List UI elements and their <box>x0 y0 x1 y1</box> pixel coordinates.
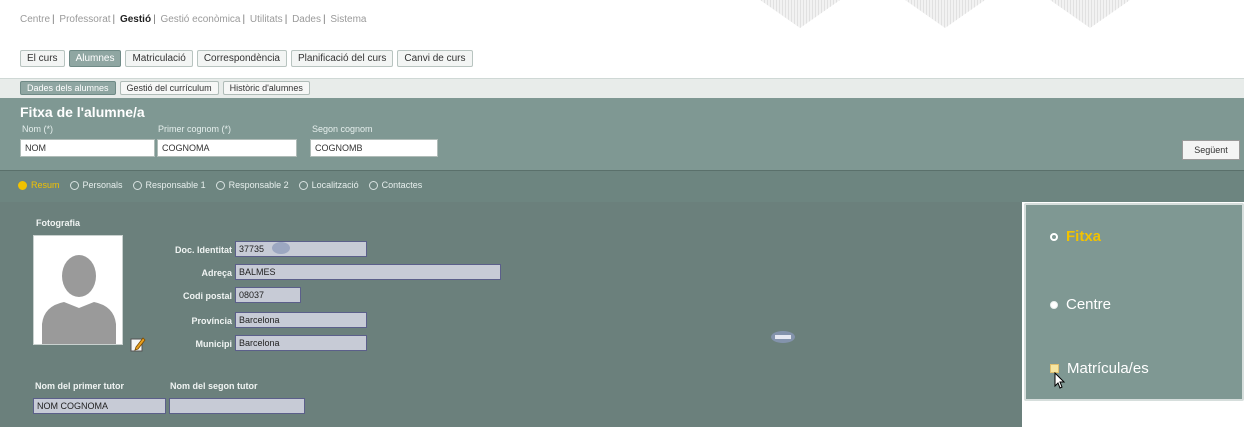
topnav-separator: | <box>242 14 246 25</box>
cognom2-field[interactable]: COGNOMB <box>310 139 438 157</box>
radio-dot-icon <box>215 180 225 190</box>
cognom1-label: Primer cognom (*) <box>158 124 232 134</box>
tab-canvi-de-curs[interactable]: Canvi de curs <box>397 50 473 67</box>
cognom1-field[interactable]: COGNOMA <box>157 139 297 157</box>
side-nav-label: Matrícula/es <box>1067 360 1149 377</box>
provincia-field[interactable]: Barcelona <box>235 312 367 328</box>
radio-responsable-2[interactable]: Responsable 2 <box>215 180 289 190</box>
topnav-gestio[interactable]: Gestió <box>120 14 151 25</box>
radio-label: Personals <box>82 180 123 190</box>
radio-resum[interactable]: Resum <box>18 180 60 190</box>
sub-tabs: Dades dels alumnes Gestió del currículum… <box>20 81 310 95</box>
provincia-label: Província <box>191 316 232 326</box>
section-radio-group: Resum Personals Responsable 1 Responsabl… <box>18 180 422 190</box>
main-tabs: El curs Alumnes Matriculació Correspondè… <box>20 50 473 67</box>
radio-dot-icon <box>368 180 378 190</box>
tab-alumnes[interactable]: Alumnes <box>68 50 122 67</box>
topnav-utilitats[interactable]: Utilitats <box>250 14 283 25</box>
bullet-icon <box>1050 300 1058 309</box>
photo-label: Fotografia <box>36 218 80 228</box>
topnav-separator: | <box>322 14 326 25</box>
radio-responsable-1[interactable]: Responsable 1 <box>132 180 206 190</box>
subtab-gestio-curriculum[interactable]: Gestió del currículum <box>119 81 219 95</box>
side-nav-label: Centre <box>1066 296 1112 313</box>
topnav-separator: | <box>112 14 116 25</box>
top-navigation: Centre | Professorat | Gestió | Gestió econ… <box>20 14 367 25</box>
radio-label: Resum <box>31 180 60 190</box>
decorative-triangles <box>760 0 1130 28</box>
municipi-field[interactable]: Barcelona <box>235 335 367 351</box>
adreca-field[interactable]: BALMES <box>235 264 501 280</box>
avatar-placeholder-icon <box>34 236 122 344</box>
topnav-gestio-economica[interactable]: Gestió econòmica <box>160 14 240 25</box>
summary-panel <box>0 202 1022 427</box>
doc-identitat-field[interactable]: 37735 <box>235 241 367 257</box>
page-title: Fitxa de l'alumne/a <box>20 104 145 120</box>
cognom2-label: Segon cognom <box>312 124 373 134</box>
topnav-separator: | <box>284 14 288 25</box>
codi-postal-label: Codi postal <box>183 291 232 301</box>
radio-label: Responsable 1 <box>145 180 206 190</box>
radio-label: Responsable 2 <box>228 180 289 190</box>
tutor2-label: Nom del segon tutor <box>170 381 258 391</box>
topnav-separator: | <box>52 14 55 25</box>
next-button[interactable]: Següent <box>1182 140 1240 160</box>
codi-postal-field[interactable]: 08037 <box>235 287 301 303</box>
subtab-historic-alumnes[interactable]: Històric d'alumnes <box>222 81 310 95</box>
radio-localitzacio[interactable]: Localització <box>298 180 359 190</box>
tab-correspondencia[interactable]: Correspondència <box>196 50 287 67</box>
topnav-centre[interactable]: Centre <box>20 14 50 25</box>
tutor1-field[interactable]: NOM COGNOMA <box>33 398 166 414</box>
subtab-dades-alumnes[interactable]: Dades dels alumnes <box>20 81 116 95</box>
nom-label: Nom (*) <box>22 124 53 134</box>
topnav-dades[interactable]: Dades <box>292 14 321 25</box>
mouse-cursor-icon <box>1054 372 1066 389</box>
radio-dot-icon <box>298 180 308 190</box>
nom-field[interactable]: NOM <box>20 139 155 157</box>
tab-planificacio[interactable]: Planificació del curs <box>291 50 394 67</box>
adreca-label: Adreça <box>201 268 232 278</box>
topnav-sistema[interactable]: Sistema <box>330 14 366 25</box>
tab-matriculacio[interactable]: Matriculació <box>125 50 193 67</box>
radio-label: Contactes <box>381 180 423 190</box>
radio-dot-icon <box>132 180 142 190</box>
side-nav-label: Fitxa <box>1066 228 1102 245</box>
topnav-separator: | <box>153 14 156 25</box>
fitxa-header-panel <box>0 98 1244 170</box>
tutor2-field[interactable] <box>169 398 305 414</box>
radio-dot-icon <box>18 180 27 190</box>
loading-glyph-icon <box>771 331 795 343</box>
radio-personals[interactable]: Personals <box>69 180 123 190</box>
doc-identitat-label: Doc. Identitat <box>174 245 232 255</box>
tab-el-curs[interactable]: El curs <box>20 50 65 67</box>
tutor1-label: Nom del primer tutor <box>35 381 125 391</box>
municipi-label: Municipi <box>195 339 233 349</box>
radio-label: Localització <box>311 180 359 190</box>
radio-dot-icon <box>1050 232 1058 241</box>
side-nav-centre[interactable]: Centre <box>1050 296 1111 313</box>
topnav-professorat[interactable]: Professorat <box>59 14 110 25</box>
radio-dot-icon <box>69 180 79 190</box>
side-nav-fitxa[interactable]: Fitxa <box>1050 228 1101 245</box>
loading-glyph-icon <box>272 242 290 254</box>
avatar <box>33 235 123 345</box>
radio-contactes[interactable]: Contactes <box>368 180 423 190</box>
